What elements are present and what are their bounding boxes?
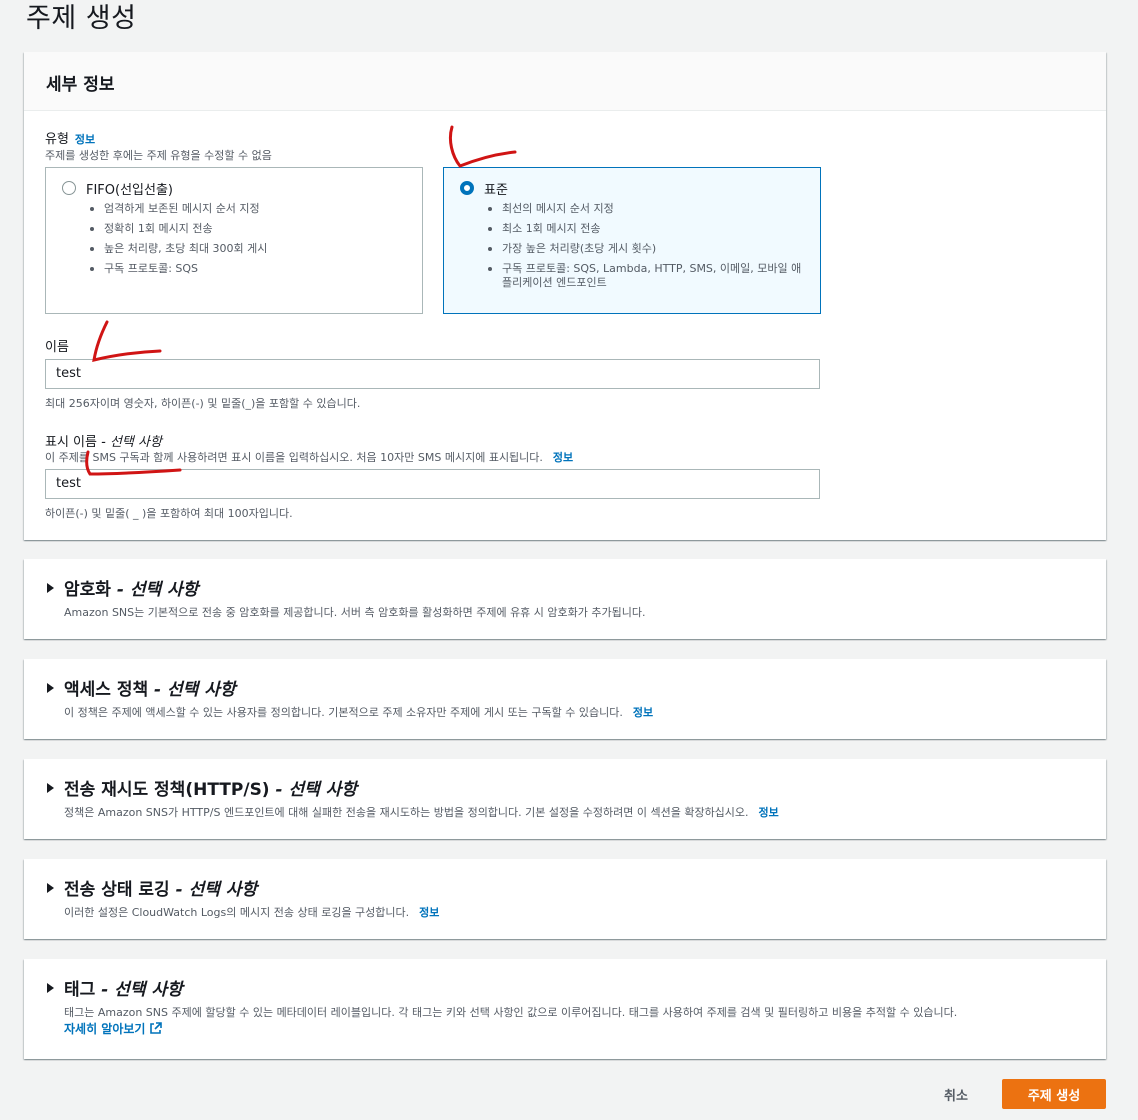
tags-title-text: 태그 xyxy=(64,980,96,1000)
external-link-icon xyxy=(150,1022,163,1034)
list-item: 구독 프로토콜: SQS, Lambda, HTTP, SMS, 이메일, 모바… xyxy=(488,262,810,290)
access-policy-description: 이 정책은 주제에 액세스할 수 있는 사용자를 정의합니다. 기본적으로 주제… xyxy=(64,706,623,719)
display-name-description-row: 이 주제를 SMS 구독과 함께 사용하려면 표시 이름을 입력하십시오. 처음… xyxy=(45,449,573,465)
retry-policy-section[interactable]: 전송 재시도 정책(HTTP/S) - 선택 사항 정책은 Amazon SNS… xyxy=(24,759,1106,839)
caret-right-icon[interactable] xyxy=(47,883,54,893)
access-policy-title[interactable]: 액세스 정책 - 선택 사항 xyxy=(64,675,236,700)
retry-policy-info-link[interactable]: 정보 xyxy=(759,806,779,819)
create-topic-button[interactable]: 주제 생성 xyxy=(1002,1079,1106,1109)
access-policy-optional: - 선택 사항 xyxy=(148,680,236,700)
fifo-radio-icon[interactable] xyxy=(62,181,76,195)
display-name-input[interactable]: test xyxy=(45,469,820,499)
caret-right-icon[interactable] xyxy=(47,783,54,793)
access-policy-info-link[interactable]: 정보 xyxy=(633,706,653,719)
name-input[interactable]: test xyxy=(45,359,820,389)
learn-more-link[interactable]: 자세히 알아보기 xyxy=(64,1020,163,1037)
list-item: 최선의 메시지 순서 지정 xyxy=(488,202,810,216)
details-panel: 세부 정보 유형 정보 주제를 생성한 후에는 주제 유형을 수정할 수 없음 F… xyxy=(24,52,1106,540)
standard-radio-icon[interactable] xyxy=(460,181,474,195)
display-name-info-link[interactable]: 정보 xyxy=(553,451,573,464)
access-policy-title-text: 액세스 정책 xyxy=(64,680,149,700)
caret-right-icon[interactable] xyxy=(47,983,54,993)
standard-title: 표준 xyxy=(484,183,508,198)
logging-description-row: 이러한 설정은 CloudWatch Logs의 메시지 전송 상태 로깅을 구… xyxy=(64,904,439,920)
logging-section[interactable]: 전송 상태 로깅 - 선택 사항 이러한 설정은 CloudWatch Logs… xyxy=(24,859,1106,939)
standard-option[interactable]: 표준 최선의 메시지 순서 지정 최소 1회 메시지 전송 가장 높은 처리량(… xyxy=(443,167,821,314)
list-item: 가장 높은 처리량(초당 게시 횟수) xyxy=(488,242,810,256)
display-name-hint: 하이픈(-) 및 밑줄( _ )을 포함하여 최대 100자입니다. xyxy=(45,507,293,520)
retry-policy-description-row: 정책은 Amazon SNS가 HTTP/S 엔드포인트에 대해 실패한 전송을… xyxy=(64,804,779,820)
logging-description: 이러한 설정은 CloudWatch Logs의 메시지 전송 상태 로깅을 구… xyxy=(64,906,410,919)
caret-right-icon[interactable] xyxy=(47,683,54,693)
list-item: 최소 1회 메시지 전송 xyxy=(488,222,810,236)
logging-info-link[interactable]: 정보 xyxy=(419,906,439,919)
encryption-description: Amazon SNS는 기본적으로 전송 중 암호화를 제공합니다. 서버 측 … xyxy=(64,606,646,619)
encryption-section[interactable]: 암호화 - 선택 사항 Amazon SNS는 기본적으로 전송 중 암호화를 … xyxy=(24,559,1106,639)
fifo-features: 엄격하게 보존된 메시지 순서 지정 정확히 1회 메시지 전송 높은 처리량,… xyxy=(90,202,412,282)
list-item: 높은 처리량, 초당 최대 300회 게시 xyxy=(90,242,412,256)
details-header: 세부 정보 xyxy=(24,52,1106,111)
list-item: 엄격하게 보존된 메시지 순서 지정 xyxy=(90,202,412,216)
retry-policy-optional: - 선택 사항 xyxy=(269,780,357,800)
encryption-title-text: 암호화 xyxy=(64,580,111,600)
fifo-title: FIFO(선입선출) xyxy=(86,183,174,198)
access-policy-description-row: 이 정책은 주제에 액세스할 수 있는 사용자를 정의합니다. 기본적으로 주제… xyxy=(64,704,653,720)
display-name-label: 표시 이름 xyxy=(45,435,97,450)
type-label-row: 유형 정보 xyxy=(45,128,95,147)
encryption-optional: - 선택 사항 xyxy=(110,580,199,600)
name-label: 이름 xyxy=(45,340,69,355)
type-info-link[interactable]: 정보 xyxy=(75,133,95,146)
retry-policy-title[interactable]: 전송 재시도 정책(HTTP/S) - 선택 사항 xyxy=(64,775,357,800)
encryption-title[interactable]: 암호화 - 선택 사항 xyxy=(64,575,198,600)
display-name-label-row: 표시 이름 - 선택 사항 xyxy=(45,431,162,450)
learn-more-text: 자세히 알아보기 xyxy=(64,1022,146,1036)
tags-optional: - 선택 사항 xyxy=(95,980,183,1000)
page-title: 주제 생성 xyxy=(26,3,137,34)
logging-optional: - 선택 사항 xyxy=(169,880,258,900)
access-policy-section[interactable]: 액세스 정책 - 선택 사항 이 정책은 주제에 액세스할 수 있는 사용자를 … xyxy=(24,659,1106,739)
retry-policy-description: 정책은 Amazon SNS가 HTTP/S 엔드포인트에 대해 실패한 전송을… xyxy=(64,806,749,819)
standard-features: 최선의 메시지 순서 지정 최소 1회 메시지 전송 가장 높은 처리량(초당 … xyxy=(488,202,810,296)
tags-description: 태그는 Amazon SNS 주제에 할당할 수 있는 메타데이터 레이블입니다… xyxy=(64,1006,958,1019)
name-hint: 최대 256자이며 영숫자, 하이픈(-) 및 밑줄(_)을 포함할 수 있습니… xyxy=(45,397,361,410)
logging-title[interactable]: 전송 상태 로깅 - 선택 사항 xyxy=(64,875,257,900)
tags-title[interactable]: 태그 - 선택 사항 xyxy=(64,975,183,1000)
logging-title-text: 전송 상태 로깅 xyxy=(64,880,170,900)
tags-section[interactable]: 태그 - 선택 사항 태그는 Amazon SNS 주제에 할당할 수 있는 메… xyxy=(24,959,1106,1059)
list-item: 구독 프로토콜: SQS xyxy=(90,262,412,276)
retry-policy-title-text: 전송 재시도 정책(HTTP/S) xyxy=(64,780,270,800)
list-item: 정확히 1회 메시지 전송 xyxy=(90,222,412,236)
display-name-description: 이 주제를 SMS 구독과 함께 사용하려면 표시 이름을 입력하십시오. 처음… xyxy=(45,451,543,464)
type-label: 유형 xyxy=(45,132,69,147)
fifo-option[interactable]: FIFO(선입선출) 엄격하게 보존된 메시지 순서 지정 정확히 1회 메시지… xyxy=(45,167,423,314)
caret-right-icon[interactable] xyxy=(47,583,54,593)
cancel-button[interactable]: 취소 xyxy=(928,1079,984,1109)
display-name-optional: - 선택 사항 xyxy=(96,435,162,450)
type-description: 주제를 생성한 후에는 주제 유형을 수정할 수 없음 xyxy=(45,149,272,162)
